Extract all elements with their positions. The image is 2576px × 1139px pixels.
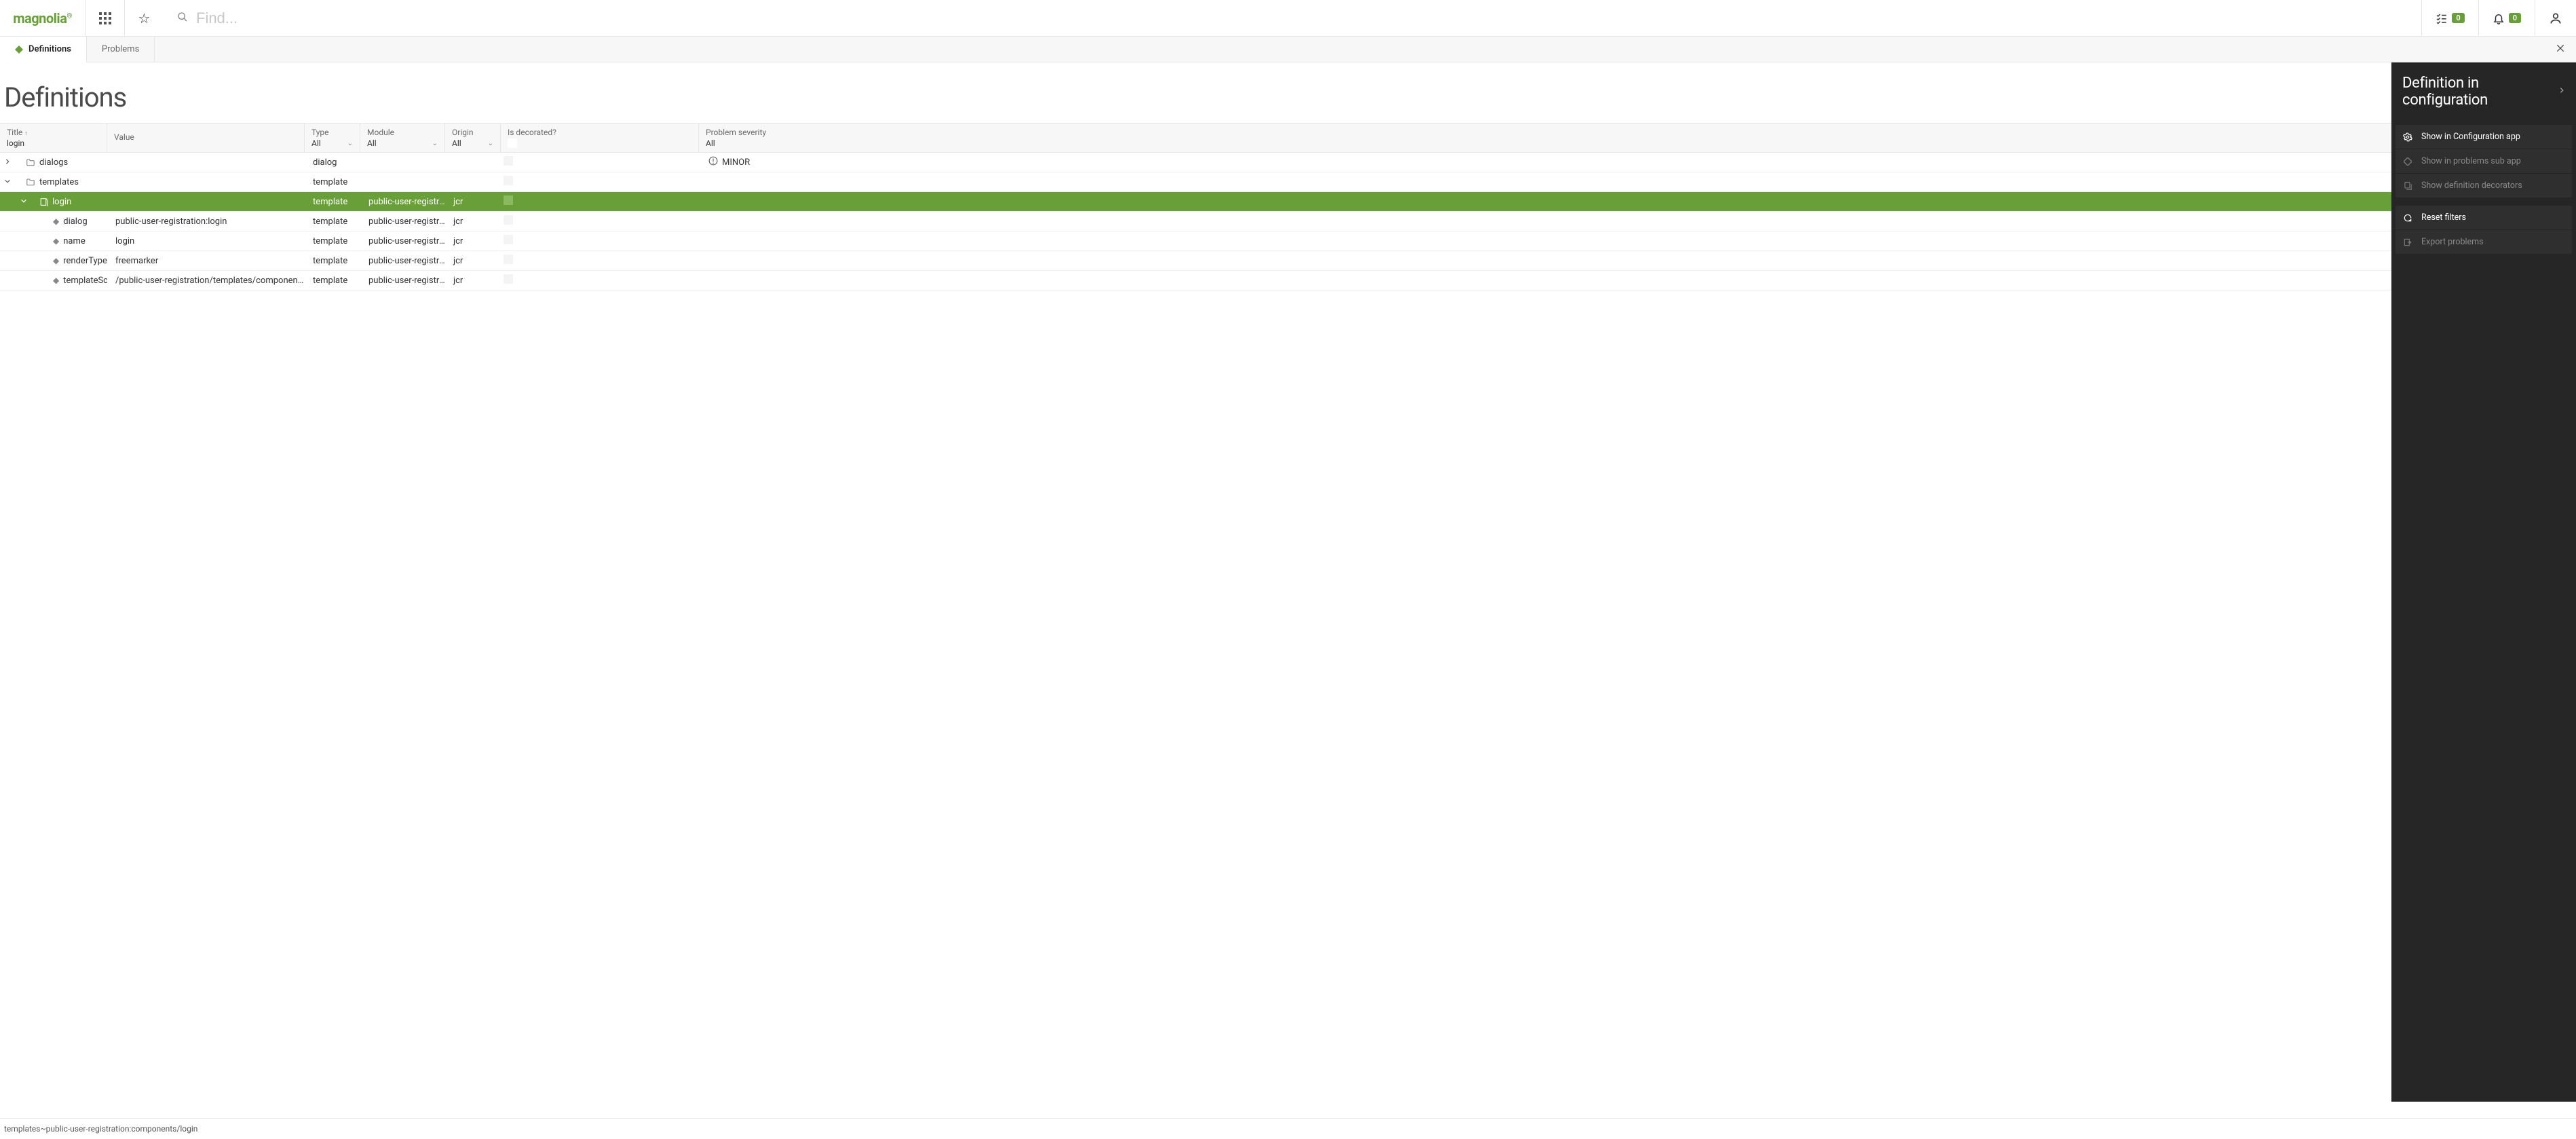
col-value[interactable]: Value (107, 124, 305, 152)
tab-definitions[interactable]: Definitions (0, 37, 87, 62)
action-panel: Definition in configuration Show in Conf… (2391, 62, 2576, 1102)
grid-header: Title ↑ login Value Type All⌄ Module All… (0, 124, 2576, 153)
grid-body: dialogs dialog MINOR (0, 153, 2576, 1118)
tree-row-prop[interactable]: ◆ dialog public-user-registration:login … (0, 212, 2576, 231)
panel-title: Definition in configuration (2402, 75, 2553, 109)
search-input[interactable] (195, 9, 2408, 28)
tree-row-login[interactable]: login template public-user-registration … (0, 192, 2576, 212)
action-show-decorators[interactable]: Show definition decorators (2395, 174, 2572, 198)
property-icon: ◆ (53, 256, 59, 265)
folder-icon (26, 178, 35, 186)
statusbar: templates~public-user-registration:compo… (0, 1118, 2576, 1139)
tab-label: Problems (102, 44, 139, 54)
tree-row-prop[interactable]: ◆ templateScrip /public-user-registratio… (0, 271, 2576, 291)
definitions-app-icon (15, 45, 23, 54)
action-show-config[interactable]: Show in Configuration app (2395, 125, 2572, 149)
action-label: Show in problems sub app (2421, 156, 2521, 166)
warning-icon (708, 156, 718, 168)
chevron-down-icon[interactable] (4, 177, 11, 187)
tab-label: Definitions (29, 44, 71, 54)
layers-icon (2402, 181, 2413, 191)
bell-icon (2493, 12, 2505, 24)
global-search[interactable] (164, 9, 2421, 28)
col-type[interactable]: Type All⌄ (305, 124, 360, 152)
status-path: templates~public-user-registration:compo… (4, 1124, 197, 1134)
apps-grid-icon (99, 12, 111, 24)
definition-icon (39, 198, 48, 206)
tree-row-prop[interactable]: ◆ renderType freemarker template public-… (0, 251, 2576, 271)
tasks-button[interactable]: 0 (2421, 0, 2478, 36)
tree-row-templates[interactable]: templates template (0, 172, 2576, 192)
close-app-button[interactable] (2545, 37, 2576, 62)
action-reset-filters[interactable]: Reset filters (2395, 206, 2572, 229)
tasks-badge: 0 (2452, 13, 2464, 23)
col-title[interactable]: Title ↑ login (0, 124, 107, 152)
action-label: Show definition decorators (2421, 181, 2522, 191)
action-label: Export problems (2421, 237, 2484, 247)
export-icon (2402, 238, 2413, 247)
user-menu-button[interactable] (2535, 0, 2576, 36)
chevron-down-icon: ⌄ (488, 140, 493, 147)
folder-icon (26, 158, 35, 166)
refresh-icon (2402, 213, 2413, 223)
chevron-right-icon[interactable] (4, 157, 11, 168)
search-icon (177, 12, 188, 25)
action-label: Reset filters (2421, 212, 2466, 223)
star-icon: ☆ (138, 10, 151, 26)
gear-icon (2402, 132, 2413, 142)
tree-row-dialogs[interactable]: dialogs dialog MINOR (0, 153, 2576, 172)
app-tabs: Definitions Problems (0, 37, 2576, 62)
topbar: magnolia® ☆ 0 (0, 0, 2576, 37)
app-launcher-button[interactable] (85, 0, 124, 36)
notifications-button[interactable]: 0 (2478, 0, 2535, 36)
user-icon (2549, 12, 2562, 25)
col-module[interactable]: Module All⌄ (360, 124, 445, 152)
tree-row-prop[interactable]: ◆ name login template public-user-regist… (0, 231, 2576, 251)
title-filter-value: login (7, 138, 100, 148)
chevron-right-icon[interactable] (2558, 86, 2565, 98)
property-icon: ◆ (53, 276, 59, 285)
diamond-icon (2402, 157, 2413, 166)
col-decorated[interactable]: Is decorated? (501, 124, 699, 152)
action-label: Show in Configuration app (2421, 132, 2520, 142)
property-icon: ◆ (53, 236, 59, 246)
page-title: Definitions (4, 81, 126, 113)
notifications-badge: 0 (2509, 13, 2521, 23)
col-origin[interactable]: Origin All⌄ (445, 124, 501, 152)
close-icon (2556, 43, 2565, 56)
tab-problems[interactable]: Problems (87, 37, 155, 62)
brand-logo[interactable]: magnolia® (0, 0, 85, 36)
action-export-problems[interactable]: Export problems (2395, 230, 2572, 254)
property-icon: ◆ (53, 217, 59, 226)
chevron-down-icon: ⌄ (432, 140, 438, 147)
favorites-button[interactable]: ☆ (124, 0, 164, 36)
chevron-down-icon[interactable] (20, 197, 27, 207)
tasks-icon (2436, 12, 2448, 24)
action-show-problems[interactable]: Show in problems sub app (2395, 149, 2572, 173)
col-severity[interactable]: Problem severity All⌄ (699, 124, 2576, 152)
chevron-down-icon: ⌄ (347, 140, 353, 147)
